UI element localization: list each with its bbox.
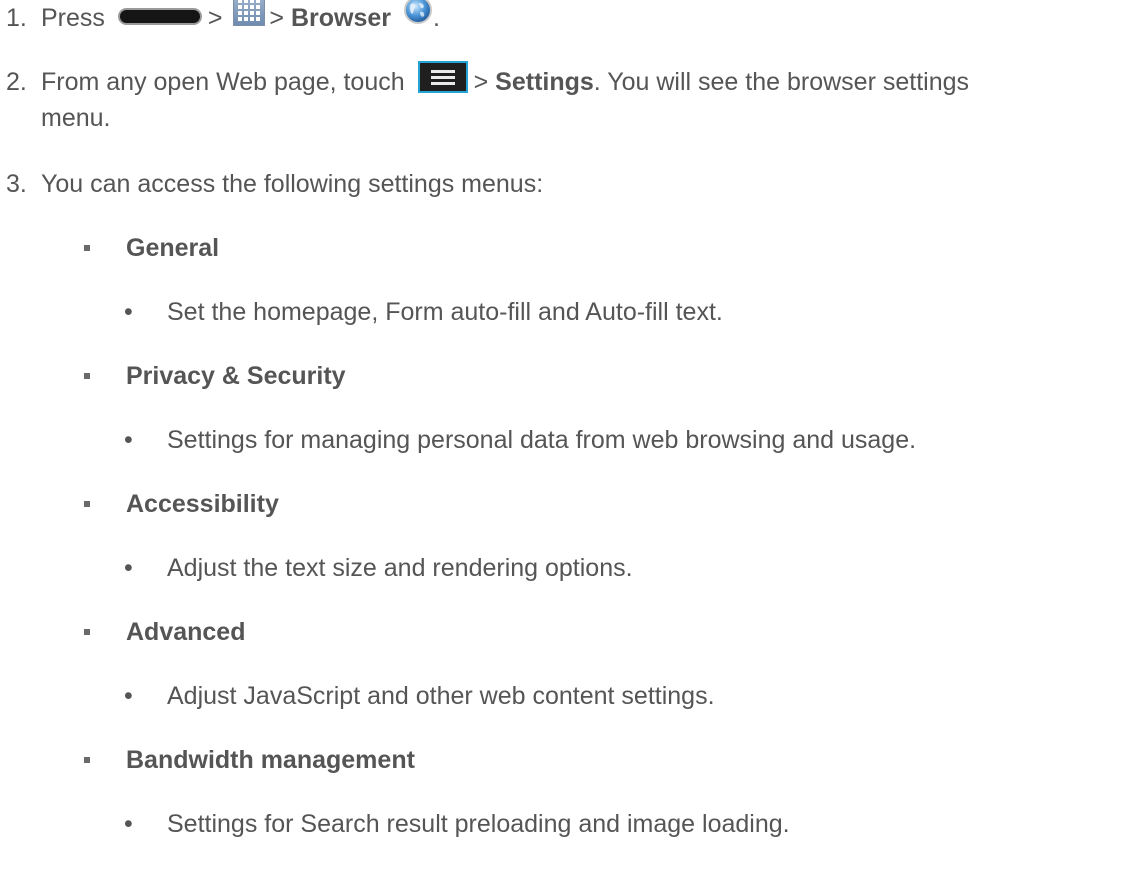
step-number: 1.: [6, 4, 27, 32]
step-text: Press > > Browser .: [41, 0, 1138, 36]
menu-title: Advanced: [126, 618, 246, 646]
separator: >: [473, 68, 489, 96]
apps-grid-icon: [233, 0, 266, 27]
step-wrap-text: menu.: [41, 104, 111, 132]
dot-bullet-icon: •: [124, 810, 133, 838]
menu-title: Privacy & Security: [126, 362, 346, 390]
home-key-icon: [117, 7, 202, 25]
step-1: 1. Press > > Browser .: [6, 0, 1138, 36]
step-number: 2.: [6, 68, 27, 96]
press-text: Press: [41, 4, 105, 32]
separator: >: [269, 4, 285, 32]
menu-key-icon: [417, 61, 468, 94]
menu-description: Settings for managing personal data from…: [167, 426, 917, 454]
step-2: 2. From any open Web page, touch > Setti…: [6, 61, 1138, 136]
dot-bullet-icon: •: [124, 682, 133, 710]
menu-item-accessibility: Accessibility: [84, 486, 279, 522]
step-number: 3.: [6, 170, 27, 198]
square-bullet-icon: [84, 757, 90, 763]
square-bullet-icon: [84, 245, 90, 251]
step-text: From any open Web page, touch > Settings…: [41, 61, 1138, 136]
step-text: You can access the following settings me…: [41, 170, 544, 198]
square-bullet-icon: [84, 501, 90, 507]
menu-item-general: General: [84, 230, 219, 266]
step-lead-text: From any open Web page, touch: [41, 68, 405, 96]
menu-title: Accessibility: [126, 490, 279, 518]
step-end: .: [432, 4, 440, 32]
dot-bullet-icon: •: [124, 426, 133, 454]
browser-label: Browser: [290, 4, 392, 32]
step-trail-text: . You will see the browser settings: [593, 68, 970, 96]
menu-desc-advanced: • Adjust JavaScript and other web conten…: [124, 678, 715, 714]
browser-globe-icon: [403, 0, 433, 25]
square-bullet-icon: [84, 373, 90, 379]
dot-bullet-icon: •: [124, 554, 133, 582]
menu-item-advanced: Advanced: [84, 614, 245, 650]
menu-description: Adjust the text size and rendering optio…: [167, 554, 633, 582]
menu-desc-privacy-security: • Settings for managing personal data fr…: [124, 422, 916, 458]
menu-description: Set the homepage, Form auto-fill and Aut…: [167, 298, 723, 326]
square-bullet-icon: [84, 629, 90, 635]
menu-title: General: [126, 234, 220, 262]
separator: >: [207, 4, 223, 32]
menu-item-privacy-security: Privacy & Security: [84, 358, 346, 394]
menu-item-bandwidth-management: Bandwidth management: [84, 742, 415, 778]
settings-label: Settings: [495, 68, 594, 96]
menu-desc-accessibility: • Adjust the text size and rendering opt…: [124, 550, 633, 586]
menu-title: Bandwidth management: [126, 746, 415, 774]
menu-description: Adjust JavaScript and other web content …: [167, 682, 715, 710]
menu-desc-general: • Set the homepage, Form auto-fill and A…: [124, 294, 723, 330]
dot-bullet-icon: •: [124, 298, 133, 326]
menu-description: Settings for Search result preloading an…: [167, 810, 790, 838]
step-3: 3. You can access the following settings…: [6, 166, 1138, 202]
menu-desc-bandwidth-management: • Settings for Search result preloading …: [124, 806, 790, 842]
